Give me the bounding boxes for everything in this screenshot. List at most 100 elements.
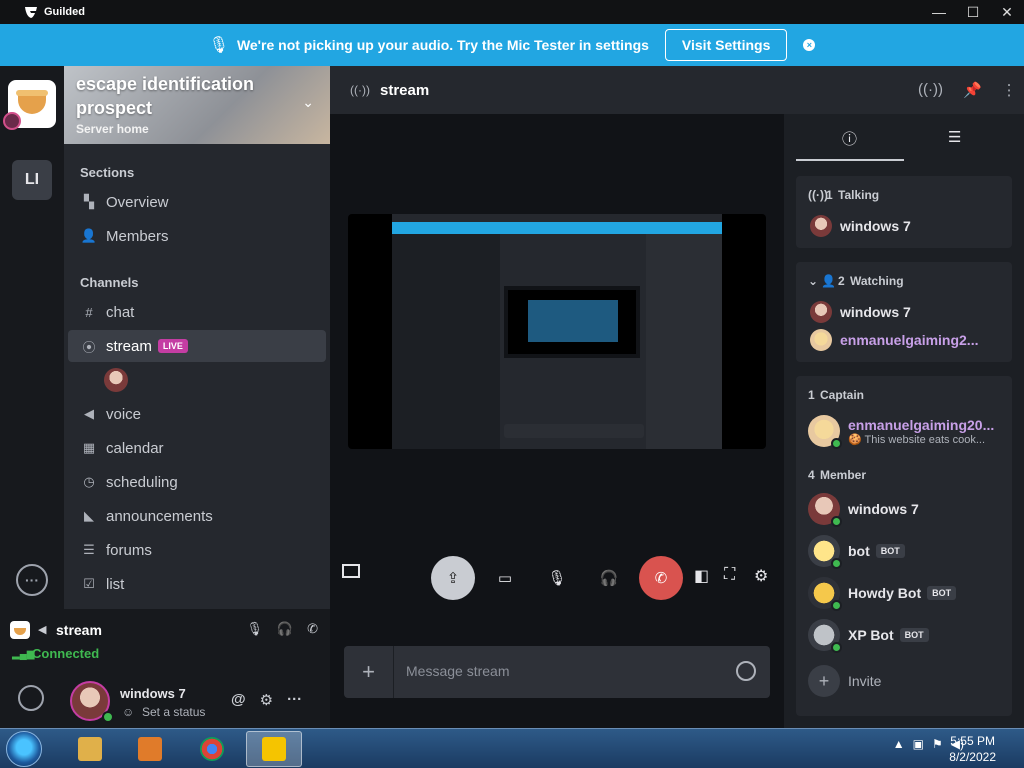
server-li-icon[interactable]: LI	[12, 160, 52, 200]
stream-participant-avatar[interactable]	[104, 368, 128, 392]
banner-close-icon[interactable]: ×	[803, 39, 816, 51]
member-name: XP Bot	[848, 627, 894, 643]
overview-icon: ▚	[84, 194, 94, 209]
hash-icon: #	[85, 304, 93, 320]
taskbar-media-player[interactable]	[122, 731, 178, 767]
gear-icon[interactable]: ⚙	[754, 566, 768, 586]
headphones-icon[interactable]: 🎧	[277, 621, 293, 637]
sidebar-toggle-icon[interactable]: ◧	[694, 566, 709, 586]
mic-icon[interactable]: 🎙	[246, 621, 263, 637]
avatar	[808, 535, 842, 569]
taskbar-explorer[interactable]	[62, 731, 118, 767]
member-row[interactable]: windows 7	[808, 492, 919, 527]
talking-member[interactable]: windows 7	[810, 214, 911, 238]
invite-button[interactable]: + Invite	[808, 664, 881, 698]
avatar	[808, 619, 842, 653]
watching-member[interactable]: windows 7	[810, 300, 911, 324]
member-row[interactable]: Howdy Bot BOT	[808, 576, 957, 611]
stream-controls: ⇪ ▭ 🎙 🎧 ✆ ◧ ⛶ ⚙	[330, 556, 784, 600]
channel-forums[interactable]: ☰ forums	[68, 534, 326, 566]
avatar	[808, 577, 842, 611]
tab-info-icon[interactable]: ⓘ	[842, 128, 857, 149]
channel-stream[interactable]: ⦿ stream LIVE	[68, 330, 326, 362]
flag-icon[interactable]: ⚑	[932, 737, 943, 751]
windows-taskbar: ▲ ▣ ⚑ ◀) 5:55 PM 8/2/2022	[0, 728, 1024, 768]
member-name: windows 7	[848, 501, 919, 517]
add-attachment-button[interactable]: +	[344, 646, 394, 698]
emoji-icon[interactable]	[736, 661, 756, 681]
direct-messages-icon[interactable]: ···	[16, 564, 48, 596]
visit-settings-button[interactable]: Visit Settings	[664, 29, 788, 61]
taskbar-chrome[interactable]	[184, 731, 240, 767]
section-overview[interactable]: ▚ Overview	[68, 186, 326, 218]
captain-member[interactable]: enmanuelgaiming20... 🍪 This website eats…	[808, 414, 995, 449]
chevron-down-icon[interactable]: ⌄	[302, 94, 314, 111]
channel-label: list	[106, 575, 125, 593]
stream-icon[interactable]: ((·))	[918, 81, 943, 99]
channel-chat[interactable]: # chat	[68, 296, 326, 328]
voice-connection-panel: ◀ stream ▂▄▆ Connected 🎙 🎧 ✆	[0, 609, 330, 667]
status-smile-icon: ☺	[122, 705, 135, 719]
section-members[interactable]: 👤 Members	[68, 220, 326, 252]
mic-warning-banner: 🎙 We're not picking up your audio. Try t…	[0, 24, 1024, 66]
screen-share-button[interactable]: ⇪	[431, 556, 475, 600]
message-input[interactable]: Message stream	[406, 663, 509, 679]
talking-count: 1	[826, 188, 833, 202]
channel-calendar[interactable]: ▦ calendar	[68, 432, 326, 464]
mentions-icon[interactable]: @	[231, 691, 246, 709]
avatar	[810, 215, 832, 237]
maximize-button[interactable]: ☐	[956, 0, 990, 24]
gear-icon[interactable]: ⚙	[260, 691, 273, 709]
forums-icon: ☰	[83, 542, 95, 557]
layout-grid-icon[interactable]	[342, 564, 360, 578]
title-bar: Guilded — ☐ ✕	[0, 0, 1024, 24]
fullscreen-icon[interactable]: ⛶	[724, 566, 735, 584]
server-header[interactable]: escape identification prospect Server ho…	[64, 66, 330, 144]
camera-off-button[interactable]: ▭	[483, 556, 527, 600]
captain-count: 1	[808, 388, 815, 402]
minimize-button[interactable]: —	[922, 0, 956, 24]
channel-list[interactable]: ☑ list	[68, 568, 326, 600]
online-status-icon	[102, 711, 114, 723]
watching-icon: ⌄ 👤	[808, 274, 837, 288]
stream-video[interactable]	[348, 214, 766, 449]
member-row[interactable]: XP Bot BOT	[808, 618, 929, 653]
speaker-icon: ◀	[38, 624, 47, 636]
more-icon[interactable]: ···	[287, 691, 302, 709]
member-row[interactable]: bot BOT	[808, 534, 905, 569]
watching-card: ⌄ 👤 2 Watching windows 7 enmanuelgaiming…	[796, 262, 1012, 362]
channel-sidebar: escape identification prospect Server ho…	[64, 66, 330, 609]
channel-voice[interactable]: ◀ voice	[68, 398, 326, 430]
close-window-button[interactable]: ✕	[990, 0, 1024, 24]
online-status-icon	[831, 438, 842, 449]
pin-icon[interactable]: 📌	[963, 81, 982, 99]
channel-scheduling[interactable]: ◷ scheduling	[68, 466, 326, 498]
talking-icon: ((·))	[808, 188, 828, 202]
channels-label: Channels	[80, 275, 139, 290]
member-name: enmanuelgaiming20...	[848, 416, 995, 433]
server-settings-icon[interactable]	[18, 685, 44, 711]
clock[interactable]: 5:55 PM 8/2/2022	[949, 733, 996, 765]
end-call-button[interactable]: ✆	[639, 556, 683, 600]
watching-member[interactable]: enmanuelgaiming2...	[810, 328, 978, 352]
set-status-link[interactable]: Set a status	[142, 705, 205, 719]
start-button[interactable]	[6, 731, 42, 767]
headphones-button[interactable]: 🎧	[587, 556, 631, 600]
channel-title: stream	[379, 81, 430, 99]
member-name: windows 7	[840, 304, 911, 320]
channel-announcements[interactable]: ◣ announcements	[68, 500, 326, 532]
member-count: 4	[808, 468, 815, 482]
server-mini-icon	[10, 621, 30, 639]
disconnect-icon[interactable]: ✆	[307, 621, 318, 637]
active-tab-indicator	[796, 159, 904, 161]
tray-arrow-icon[interactable]: ▲	[893, 737, 905, 751]
network-icon[interactable]: ▣	[913, 737, 924, 751]
main-stream-area: ((·)) stream ⇪ ▭ 🎙 🎧 ✆ ◧ ⛶ ⚙ + Message s…	[330, 66, 1024, 728]
mic-button[interactable]: 🎙	[535, 556, 579, 600]
speaker-icon: ◀	[84, 406, 94, 421]
more-vertical-icon[interactable]: ⋮	[1002, 81, 1017, 99]
taskbar-guilded[interactable]	[246, 731, 302, 767]
voice-channel-name[interactable]: stream	[56, 622, 102, 638]
member-name: windows 7	[840, 218, 911, 234]
tab-threads-icon[interactable]: ☰	[948, 128, 961, 146]
